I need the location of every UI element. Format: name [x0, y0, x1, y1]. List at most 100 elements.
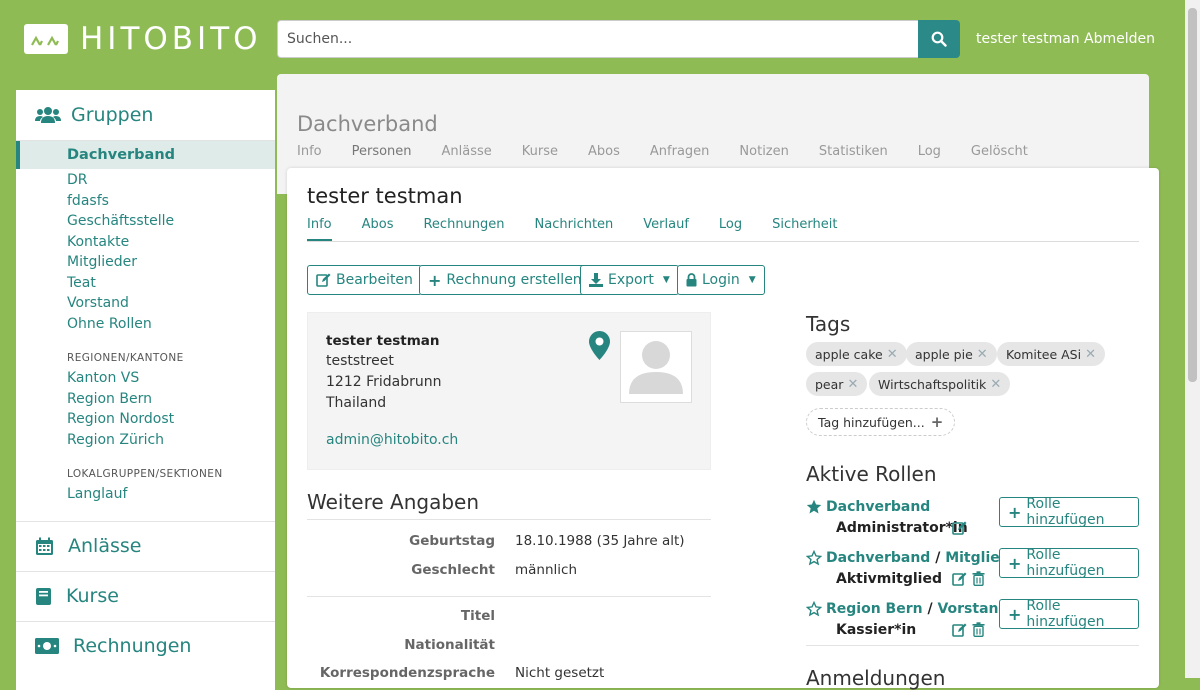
person-tab[interactable]: Sicherheit [772, 217, 837, 241]
edit-icon[interactable] [952, 520, 968, 535]
users-icon [35, 107, 61, 123]
person-tab[interactable]: Rechnungen [423, 217, 504, 241]
group-tab[interactable]: Notizen [739, 144, 788, 159]
sidebar-item-region[interactable]: Region Bern [67, 389, 275, 410]
add-role-label: Rolle hinzufügen [1026, 598, 1105, 630]
sidebar-item-local[interactable]: Langlauf [67, 484, 275, 505]
star-outline-icon[interactable] [806, 550, 822, 566]
group-tab[interactable]: Log [918, 144, 941, 159]
person-tab-active[interactable]: Info [307, 217, 332, 241]
add-tag-button[interactable]: Tag hinzufügen... + [806, 408, 956, 436]
search-bar [277, 20, 960, 58]
create-invoice-label: Rechnung erstellen [446, 272, 582, 288]
login-label: Login [702, 272, 740, 288]
group-tab[interactable]: Kurse [522, 144, 558, 159]
calendar-icon [36, 537, 53, 555]
remove-tag-icon[interactable]: ✕ [977, 347, 988, 362]
person-tab[interactable]: Log [719, 217, 742, 241]
trash-icon[interactable] [972, 571, 985, 586]
export-label: Export [608, 272, 654, 288]
divider [307, 519, 711, 520]
sidebar-category-regions: REGIONEN/KANTONE [67, 352, 184, 364]
registrations-title: Anmeldungen [806, 666, 946, 690]
sidebar-item[interactable]: Vorstand [67, 293, 275, 314]
add-tag-label: Tag hinzufügen... [818, 414, 925, 430]
add-role-button[interactable]: + Rolle hinzufügen [999, 598, 1139, 630]
logout-link[interactable]: Abmelden [1084, 31, 1155, 47]
remove-tag-icon[interactable]: ✕ [887, 347, 898, 362]
add-role-button[interactable]: + Rolle hinzufügen [999, 547, 1139, 579]
remove-tag-icon[interactable]: ✕ [1085, 347, 1096, 362]
detail-label: Titel [460, 608, 495, 624]
search-button[interactable] [918, 20, 960, 58]
email-link[interactable]: admin@hitobito.ch [326, 432, 458, 448]
remove-tag-icon[interactable]: ✕ [990, 377, 1001, 392]
sidebar-item[interactable]: fdasfs [67, 191, 275, 212]
role-group-link[interactable]: Dachverband [826, 499, 930, 515]
edit-icon [316, 273, 331, 287]
tag-label: apple cake [815, 346, 883, 362]
role-group-link[interactable]: Dachverband [826, 550, 930, 566]
group-tab-active[interactable]: Personen [352, 144, 412, 159]
group-tab[interactable]: Info [297, 144, 322, 159]
remove-tag-icon[interactable]: ✕ [847, 377, 858, 392]
tag: pear ✕ [806, 372, 868, 396]
role-name: Aktivmitglied [836, 571, 942, 587]
sidebar-groups-header[interactable]: Gruppen [16, 90, 275, 141]
edit-icon[interactable] [952, 571, 968, 586]
login-dropdown[interactable]: Login ▼ [677, 265, 765, 295]
role-subgroup-link[interactable]: Vorstand [937, 601, 1008, 617]
role-name: Administrator*in [836, 520, 968, 536]
address-country: Thailand [326, 395, 387, 411]
sidebar-section-invoices[interactable]: Rechnungen [16, 620, 275, 671]
role-group-path: Region Bern / Vorstand [826, 601, 1009, 617]
search-input[interactable] [277, 20, 918, 58]
create-invoice-button[interactable]: + Rechnung erstellen [419, 265, 591, 295]
group-tab[interactable]: Statistiken [819, 144, 888, 159]
map-marker-icon[interactable] [589, 331, 610, 360]
sidebar-item-region[interactable]: Region Zürich [67, 430, 275, 451]
edit-icon[interactable] [952, 622, 968, 637]
sidebar-item-active[interactable]: Dachverband [16, 141, 275, 169]
avatar-placeholder-icon [629, 341, 683, 394]
group-tab[interactable]: Gelöscht [971, 144, 1028, 159]
person-title: tester testman [307, 184, 463, 208]
star-outline-icon[interactable] [806, 601, 822, 617]
group-tab[interactable]: Anlässe [442, 144, 492, 159]
address-street: teststreet [326, 353, 394, 369]
group-tab[interactable]: Abos [588, 144, 620, 159]
sidebar-item[interactable]: Geschäftsstelle [67, 211, 275, 232]
sidebar-item-region[interactable]: Kanton VS [67, 368, 275, 389]
logo[interactable]: HITOBITO [24, 24, 262, 55]
edit-button[interactable]: Bearbeiten [307, 265, 422, 295]
scrollbar-thumb[interactable] [1188, 8, 1197, 382]
path-separator: / [935, 550, 946, 566]
export-dropdown[interactable]: Export ▼ [580, 265, 679, 295]
group-tab[interactable]: Anfragen [650, 144, 710, 159]
address-name: tester testman [326, 333, 440, 349]
person-tab[interactable]: Verlauf [643, 217, 689, 241]
detail-value: Nicht gesetzt [515, 665, 605, 681]
trash-icon[interactable] [972, 622, 985, 637]
lock-icon [686, 273, 697, 287]
sidebar-item[interactable]: Mitglieder [67, 252, 275, 273]
sidebar-item-region[interactable]: Region Nordost [67, 409, 275, 430]
sidebar-item[interactable]: Kontakte [67, 232, 275, 253]
edit-button-label: Bearbeiten [336, 272, 413, 288]
sidebar-item[interactable]: DR [67, 170, 275, 191]
plus-icon: + [1008, 553, 1022, 573]
sidebar-section-courses[interactable]: Kurse [16, 570, 275, 621]
star-filled-icon[interactable] [806, 499, 822, 515]
role-group-link[interactable]: Region Bern [826, 601, 923, 617]
sidebar-section-events[interactable]: Anlässe [16, 520, 275, 571]
avatar [620, 331, 692, 403]
role-group-path: Dachverband [826, 499, 930, 515]
person-tab[interactable]: Abos [362, 217, 394, 241]
user-link[interactable]: tester testman [976, 31, 1080, 47]
sidebar-item[interactable]: Ohne Rollen [67, 314, 275, 335]
sidebar-item[interactable]: Teat [67, 273, 275, 294]
add-role-label: Rolle hinzufügen [1026, 547, 1105, 579]
person-tab[interactable]: Nachrichten [535, 217, 614, 241]
add-role-button[interactable]: + Rolle hinzufügen [999, 496, 1139, 528]
tag: Wirtschaftspolitik ✕ [869, 372, 1011, 396]
